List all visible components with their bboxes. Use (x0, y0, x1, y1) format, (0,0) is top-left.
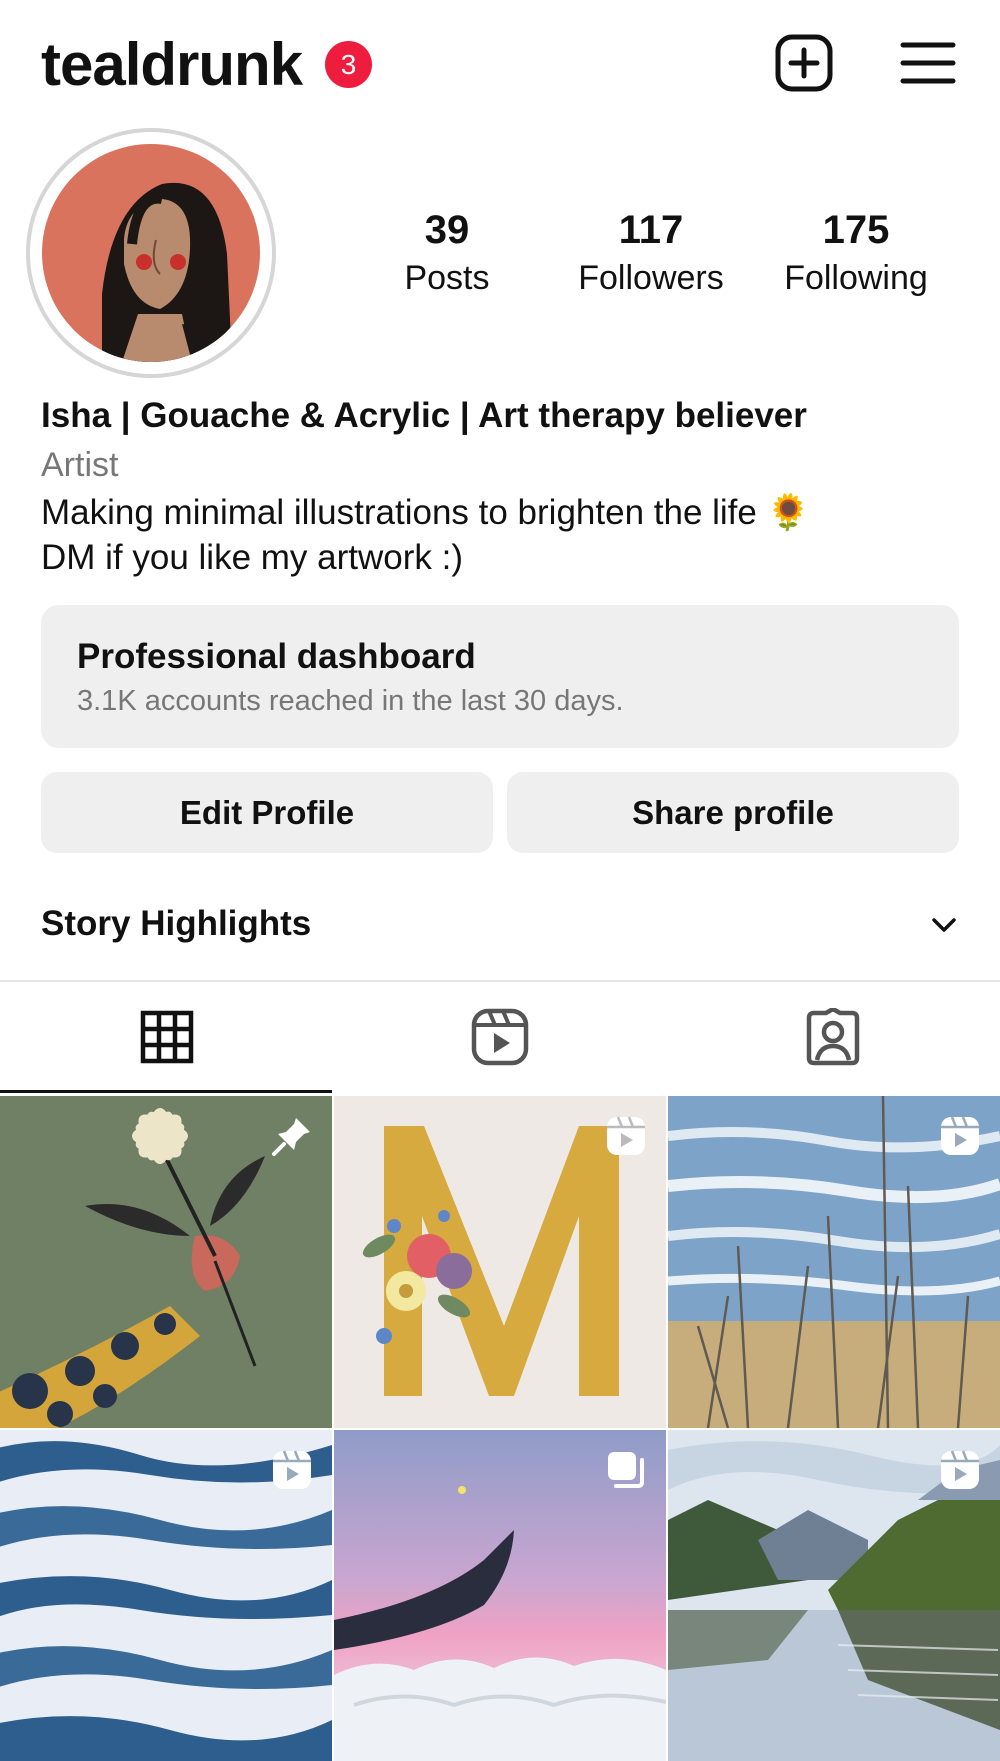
edit-profile-button[interactable]: Edit Profile (41, 772, 493, 853)
profile-username[interactable]: tealdrunk (41, 30, 303, 99)
grid-icon (140, 1010, 193, 1064)
tab-tagged[interactable] (666, 982, 999, 1092)
stat-followers-count: 117 (618, 208, 684, 252)
carousel-icon (608, 1452, 644, 1488)
tab-grid[interactable] (0, 982, 333, 1092)
story-highlights-title[interactable]: Story Highlights (41, 904, 311, 944)
professional-dashboard[interactable]: Professional dashboard 3.1K accounts rea… (41, 605, 959, 748)
stat-posts[interactable]: 39 Posts (347, 204, 547, 300)
bio-line: Making minimal illustrations to brighten… (41, 493, 811, 532)
reel-icon (273, 1450, 311, 1489)
chevron-down-icon[interactable] (928, 914, 960, 938)
dashboard-subtitle: 3.1K accounts reached in the last 30 day… (77, 685, 624, 717)
stat-followers[interactable]: 117 Followers (551, 204, 751, 300)
tagged-icon (806, 1008, 859, 1066)
stat-followers-label: Followers (578, 259, 724, 297)
active-tab-indicator (0, 1090, 332, 1093)
post-thumbnail[interactable] (668, 1430, 1000, 1761)
avatar[interactable] (42, 144, 260, 362)
reel-icon (607, 1116, 645, 1155)
bio-name: Isha | Gouache & Acrylic | Art therapy b… (41, 396, 807, 435)
post-thumbnail[interactable] (334, 1430, 666, 1761)
reel-icon (941, 1116, 979, 1155)
pin-icon (272, 1118, 310, 1156)
post-thumbnail[interactable] (334, 1096, 666, 1428)
dashboard-title: Professional dashboard (77, 637, 476, 676)
post-thumbnail[interactable] (0, 1096, 332, 1428)
stat-following-count: 175 (822, 208, 890, 252)
share-profile-button[interactable]: Share profile (507, 772, 959, 853)
post-thumbnail[interactable] (668, 1096, 1000, 1428)
reels-icon (471, 1008, 528, 1066)
hamburger-menu-icon[interactable] (900, 40, 956, 86)
bio-category: Artist (41, 446, 119, 484)
post-thumbnail[interactable] (0, 1430, 332, 1761)
stat-following-label: Following (784, 259, 928, 297)
notification-badge[interactable]: 3 (325, 41, 372, 88)
stat-posts-label: Posts (404, 259, 490, 297)
stat-posts-count: 39 (424, 208, 470, 252)
bio-line: DM if you like my artwork :) (41, 538, 463, 577)
posts-grid (0, 1096, 1000, 1761)
top-bar: tealdrunk 3 (0, 0, 1000, 130)
plus-square-icon[interactable] (775, 34, 833, 92)
stat-following[interactable]: 175 Following (756, 204, 956, 300)
reel-icon (941, 1450, 979, 1489)
tab-reels[interactable] (333, 982, 666, 1092)
